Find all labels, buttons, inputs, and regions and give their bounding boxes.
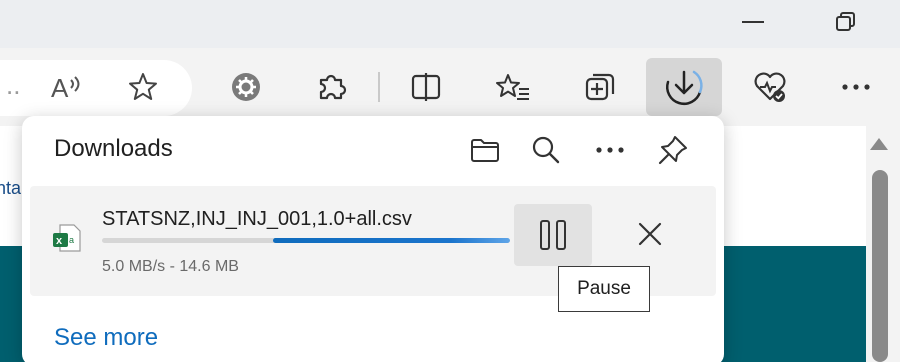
restore-icon	[836, 12, 855, 31]
title-bar	[0, 0, 900, 48]
downloads-title: Downloads	[54, 135, 173, 162]
open-folder-icon[interactable]	[463, 128, 507, 172]
browser-essentials-icon[interactable]	[748, 65, 792, 109]
more-options-icon[interactable]	[588, 128, 632, 172]
excel-file-icon: x a	[52, 222, 82, 254]
see-more-link[interactable]: See more	[54, 324, 158, 352]
split-screen-icon[interactable]	[404, 65, 448, 109]
restore-button[interactable]	[826, 8, 866, 36]
download-progress-bar	[102, 238, 510, 243]
download-file-name[interactable]: STATSNZ,INJ_INJ_001,1.0+all.csv	[102, 208, 412, 231]
browser-toolbar: .. A	[0, 48, 900, 126]
search-icon[interactable]	[524, 128, 568, 172]
read-aloud-icon[interactable]: A	[44, 65, 88, 109]
favorites-icon[interactable]	[491, 65, 535, 109]
pause-button[interactable]	[514, 204, 592, 266]
svg-text:A: A	[51, 73, 69, 102]
close-icon	[638, 222, 662, 246]
svg-text:a: a	[69, 235, 74, 245]
toolbar-divider	[378, 72, 380, 102]
svg-text:x: x	[56, 235, 63, 247]
cancel-download-button[interactable]	[626, 210, 674, 258]
pause-tooltip: Pause	[558, 266, 650, 312]
collections-icon[interactable]	[578, 65, 622, 109]
extension-gear-icon[interactable]	[224, 65, 268, 109]
download-progress-fill	[273, 238, 510, 243]
favorite-star-icon[interactable]	[121, 65, 165, 109]
pin-icon[interactable]	[651, 128, 695, 172]
scroll-up-arrow-icon[interactable]	[870, 138, 888, 150]
downloads-flyout: Downloads x a STATSNZ,INJ_INJ_001,1.0+al…	[22, 116, 724, 362]
minimize-button[interactable]	[733, 8, 773, 36]
page-partial-text: nta	[0, 178, 22, 198]
downloads-button[interactable]	[646, 58, 722, 116]
downloads-icon	[666, 70, 703, 105]
pause-icon	[540, 220, 566, 250]
more-icon[interactable]	[834, 65, 878, 109]
scroll-thumb[interactable]	[872, 170, 888, 362]
extensions-puzzle-icon[interactable]	[310, 65, 354, 109]
minimize-icon	[742, 21, 764, 23]
download-meta: 5.0 MB/s - 14.6 MB	[102, 258, 239, 275]
address-text: ..	[6, 70, 21, 100]
